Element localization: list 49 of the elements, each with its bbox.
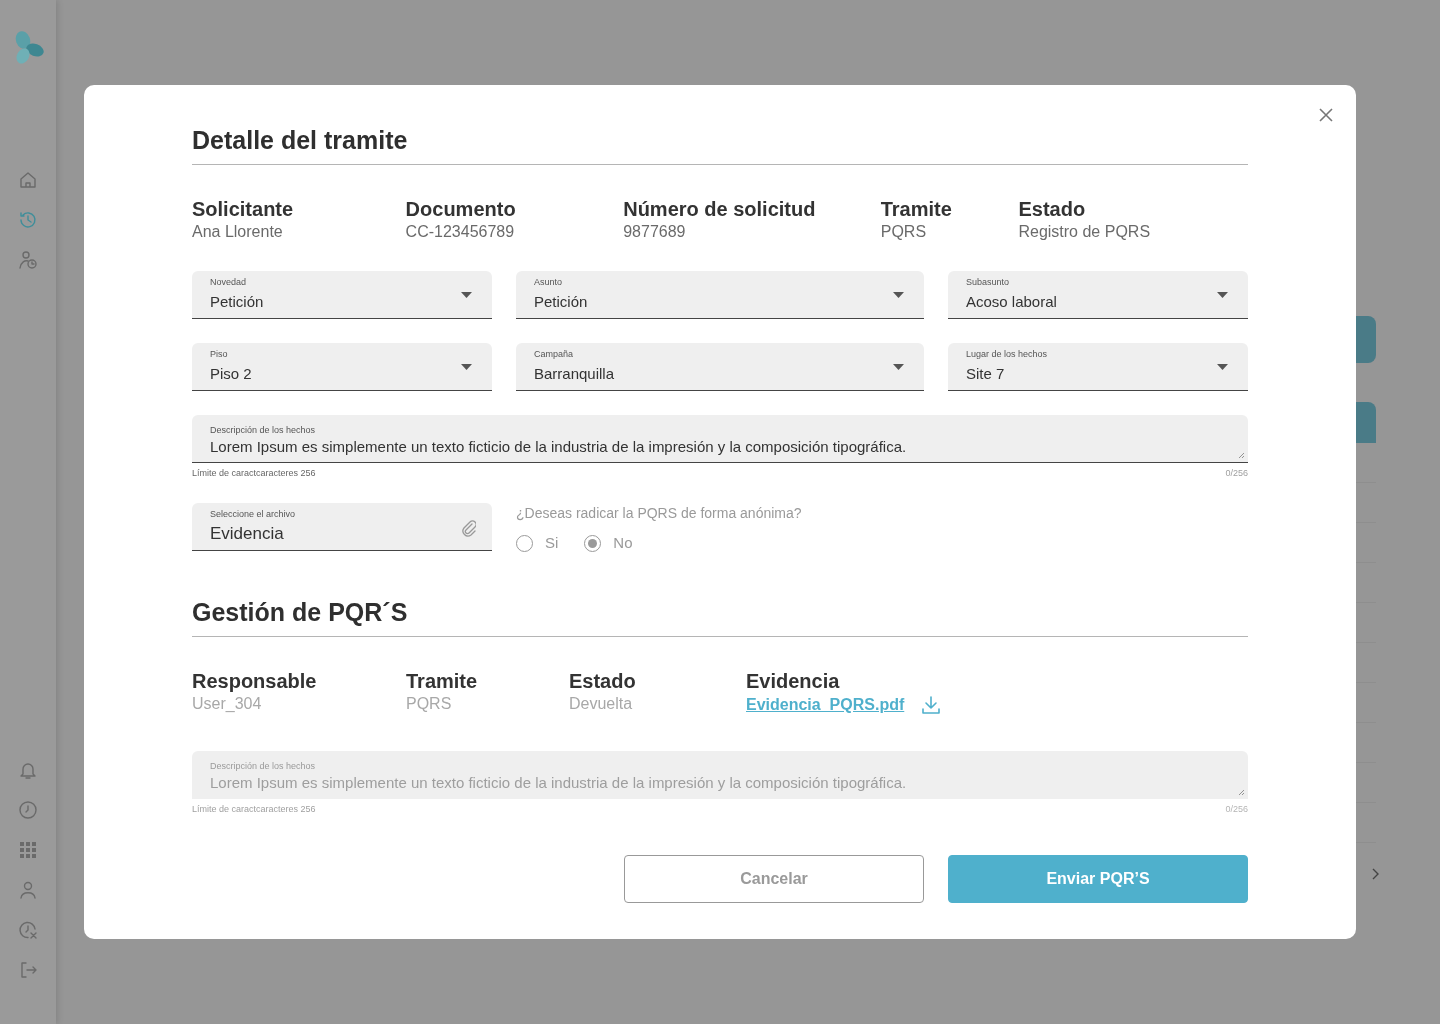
caret-icon bbox=[461, 292, 472, 298]
history-icon[interactable] bbox=[17, 209, 39, 231]
detail-label: Tramite bbox=[406, 668, 479, 693]
download-icon[interactable] bbox=[920, 693, 943, 716]
detail-value: Registro de PQRS bbox=[1018, 222, 1152, 242]
paperclip-icon bbox=[460, 519, 476, 537]
char-counter: 0/256 bbox=[1225, 802, 1248, 815]
user-icon[interactable] bbox=[17, 879, 39, 901]
caret-icon bbox=[461, 364, 472, 370]
caret-icon bbox=[893, 364, 904, 370]
caret-icon bbox=[893, 292, 904, 298]
select-field[interactable]: Subasunto Acoso laboral bbox=[948, 271, 1248, 319]
detail-label: Documento bbox=[405, 197, 517, 221]
helper-text: Límite de caractcaracteres 256 bbox=[192, 467, 316, 479]
section-title: Gestión de PQR´S bbox=[192, 596, 409, 627]
detail-value: CC-123456789 bbox=[405, 222, 516, 242]
question-text: ¿Deseas radicar la PQRS de forma anónima? bbox=[516, 504, 802, 522]
home-icon[interactable] bbox=[17, 169, 39, 191]
caret-icon bbox=[1217, 292, 1228, 298]
detail-value: Devuelta bbox=[569, 693, 634, 714]
detail-label: Solicitante bbox=[192, 197, 295, 221]
grid-icon[interactable] bbox=[17, 839, 39, 861]
detail-label: Estado bbox=[1018, 197, 1087, 221]
char-counter: 0/256 bbox=[1225, 467, 1248, 479]
select-field[interactable]: Piso Piso 2 bbox=[192, 343, 492, 391]
select-field[interactable]: Novedad Petición bbox=[192, 271, 492, 319]
resize-handle-icon[interactable] bbox=[1238, 452, 1245, 459]
detail-value: PQRS bbox=[880, 222, 928, 242]
user-clock-icon[interactable] bbox=[17, 249, 39, 271]
section-title: Detalle del tramite bbox=[192, 125, 409, 155]
detail-value: Ana Llorente bbox=[192, 222, 284, 242]
chevron-right-icon[interactable] bbox=[1370, 867, 1380, 881]
detail-value: 9877689 bbox=[623, 222, 687, 242]
detail-value: User_304 bbox=[192, 693, 263, 714]
detail-label: Número de solicitud bbox=[623, 197, 817, 221]
select-field[interactable]: Asunto Petición bbox=[516, 271, 924, 319]
detail-label: Tramite bbox=[880, 197, 953, 221]
clock-cancel-icon[interactable] bbox=[17, 919, 39, 941]
text-area[interactable]: Descripción de los hechos Lorem Ipsum es simplemente un texto ficticio de la industria de la impresión y la composición tipográfica. bbox=[192, 415, 1248, 463]
helper-text: Límite de caractcaracteres 256 bbox=[192, 802, 316, 815]
detail-label: Responsable bbox=[192, 668, 318, 693]
select-field[interactable]: Campaña Barranquilla bbox=[516, 343, 924, 391]
detail-label: Evidencia bbox=[746, 668, 841, 693]
file-field[interactable]: Seleccione el archivo Evidencia bbox=[192, 503, 492, 551]
detail-label: Estado bbox=[569, 668, 637, 693]
text-area: Descripción de los hechos Lorem Ipsum es simplemente un texto ficticio de la industria de la impresión y la composición tipográfica. bbox=[192, 750, 1248, 799]
clock-icon[interactable] bbox=[17, 799, 39, 821]
detail-value: PQRS bbox=[406, 693, 453, 714]
select-field[interactable]: Lugar de los hechos Site 7 bbox=[948, 343, 1248, 391]
